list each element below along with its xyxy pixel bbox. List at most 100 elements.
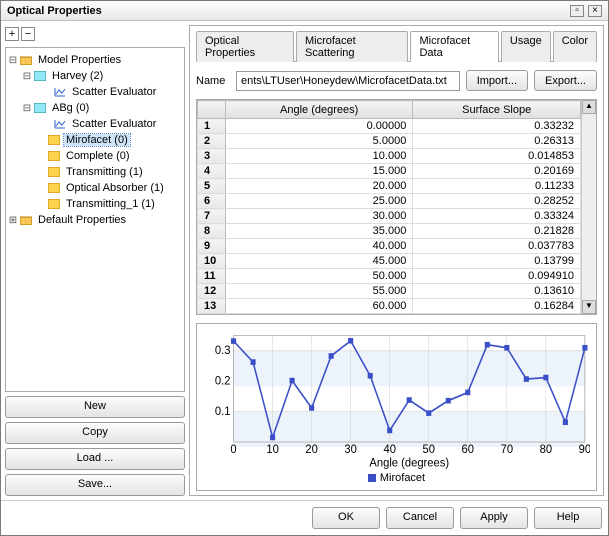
cell-angle[interactable]: 30.000 (226, 209, 413, 224)
cell-slope[interactable]: 0.014853 (413, 149, 581, 164)
table-row[interactable]: 940.0000.037783 (198, 239, 581, 254)
table-row[interactable]: 310.0000.014853 (198, 149, 581, 164)
copy-button[interactable]: Copy (5, 422, 185, 444)
tree-node-optical-absorber[interactable]: Optical Absorber (1) (8, 180, 182, 196)
cell-slope[interactable]: 0.11233 (413, 179, 581, 194)
row-index: 8 (198, 224, 226, 239)
cell-slope[interactable]: 0.13610 (413, 284, 581, 299)
cell-angle[interactable]: 25.000 (226, 194, 413, 209)
window-pin-icon[interactable]: ▫ (570, 5, 584, 17)
property-icon (47, 134, 61, 146)
cell-angle[interactable]: 20.000 (226, 179, 413, 194)
property-icon (33, 102, 47, 114)
apply-button[interactable]: Apply (460, 507, 528, 529)
scrollbar-vertical[interactable]: ▲ ▼ (581, 100, 596, 314)
new-button[interactable]: New (5, 396, 185, 418)
cell-slope[interactable]: 0.26313 (413, 134, 581, 149)
tab-microfacet-data[interactable]: Microfacet Data (410, 31, 498, 62)
tree-node-scatter-evaluator[interactable]: Scatter Evaluator (8, 84, 182, 100)
property-tree[interactable]: ⊟ Model Properties ⊟ Harvey (2) Scatter … (5, 47, 185, 392)
table-row[interactable]: 835.0000.21828 (198, 224, 581, 239)
svg-text:0.3: 0.3 (215, 344, 231, 358)
help-button[interactable]: Help (534, 507, 602, 529)
cell-slope[interactable]: 0.33324 (413, 209, 581, 224)
cell-slope[interactable]: 0.16284 (413, 299, 581, 314)
cell-angle[interactable]: 55.000 (226, 284, 413, 299)
cell-slope[interactable]: 0.28252 (413, 194, 581, 209)
row-index: 9 (198, 239, 226, 254)
export-button[interactable]: Export... (534, 70, 597, 91)
row-index: 10 (198, 254, 226, 269)
table-row[interactable]: 415.0000.20169 (198, 164, 581, 179)
cell-angle[interactable]: 35.000 (226, 224, 413, 239)
cell-slope[interactable]: 0.037783 (413, 239, 581, 254)
expander-icon[interactable]: ⊟ (8, 55, 18, 66)
tab-microfacet-scattering[interactable]: Microfacet Scattering (296, 31, 409, 62)
tree-node-scatter-evaluator[interactable]: Scatter Evaluator (8, 116, 182, 132)
tree-toolbar: + − (5, 25, 185, 43)
tree-node-model-properties[interactable]: ⊟ Model Properties (8, 52, 182, 68)
scroll-down-icon[interactable]: ▼ (582, 300, 596, 314)
table-row[interactable]: 10.000000.33232 (198, 119, 581, 134)
table-row[interactable]: 25.00000.26313 (198, 134, 581, 149)
tab-optical-properties[interactable]: Optical Properties (196, 31, 294, 62)
window-title: Optical Properties (7, 5, 102, 17)
legend-marker-icon (368, 474, 376, 482)
table-row[interactable]: 625.0000.28252 (198, 194, 581, 209)
table-row[interactable]: 1150.0000.094910 (198, 269, 581, 284)
tree-node-transmitting[interactable]: Transmitting (1) (8, 164, 182, 180)
cell-angle[interactable]: 40.000 (226, 239, 413, 254)
titlebar: Optical Properties ▫ × (1, 1, 608, 21)
cell-angle[interactable]: 60.000 (226, 299, 413, 314)
svg-text:Angle (degrees): Angle (degrees) (369, 456, 449, 470)
col-header-angle[interactable]: Angle (degrees) (226, 101, 413, 119)
save-button[interactable]: Save... (5, 474, 185, 496)
tab-color[interactable]: Color (553, 31, 597, 62)
tree-node-mirofacet[interactable]: Mirofacet (0) (8, 132, 182, 148)
folder-icon (19, 214, 33, 226)
tree-node-transmitting1[interactable]: Transmitting_1 (1) (8, 196, 182, 212)
import-button[interactable]: Import... (466, 70, 528, 91)
svg-text:10: 10 (266, 443, 279, 457)
cell-slope[interactable]: 0.13799 (413, 254, 581, 269)
row-index: 3 (198, 149, 226, 164)
cell-angle[interactable]: 10.000 (226, 149, 413, 164)
table-row[interactable]: 520.0000.11233 (198, 179, 581, 194)
svg-text:0.2: 0.2 (215, 374, 231, 388)
col-header-slope[interactable]: Surface Slope (413, 101, 581, 119)
tree-node-harvey[interactable]: ⊟ Harvey (2) (8, 68, 182, 84)
table-row[interactable]: 1045.0000.13799 (198, 254, 581, 269)
cell-angle[interactable]: 5.0000 (226, 134, 413, 149)
col-header-index[interactable] (198, 101, 226, 119)
table-row[interactable]: 1255.0000.13610 (198, 284, 581, 299)
scroll-up-icon[interactable]: ▲ (582, 100, 596, 114)
cell-slope[interactable]: 0.33232 (413, 119, 581, 134)
table-row[interactable]: 730.0000.33324 (198, 209, 581, 224)
expander-icon[interactable]: ⊟ (22, 71, 32, 82)
tab-usage[interactable]: Usage (501, 31, 551, 62)
cell-slope[interactable]: 0.20169 (413, 164, 581, 179)
cell-angle[interactable]: 0.00000 (226, 119, 413, 134)
expand-all-icon[interactable]: + (5, 27, 19, 41)
ok-button[interactable]: OK (312, 507, 380, 529)
expander-icon[interactable]: ⊟ (22, 103, 32, 114)
load-button[interactable]: Load ... (5, 448, 185, 470)
table-row[interactable]: 1360.0000.16284 (198, 299, 581, 314)
close-icon[interactable]: × (588, 5, 602, 17)
cancel-button[interactable]: Cancel (386, 507, 454, 529)
tree-node-abg[interactable]: ⊟ ABg (0) (8, 100, 182, 116)
expander-icon[interactable]: ⊞ (8, 215, 18, 226)
svg-text:90: 90 (579, 443, 590, 457)
tree-node-default-properties[interactable]: ⊞ Default Properties (8, 212, 182, 228)
name-input[interactable] (236, 71, 460, 91)
microfacet-chart: 0.10.20.30102030405060708090Angle (degre… (196, 323, 597, 491)
cell-angle[interactable]: 15.000 (226, 164, 413, 179)
cell-slope[interactable]: 0.21828 (413, 224, 581, 239)
svg-text:40: 40 (383, 443, 396, 457)
name-row: Name Import... Export... (196, 70, 597, 91)
cell-angle[interactable]: 45.000 (226, 254, 413, 269)
cell-slope[interactable]: 0.094910 (413, 269, 581, 284)
cell-angle[interactable]: 50.000 (226, 269, 413, 284)
tree-node-complete[interactable]: Complete (0) (8, 148, 182, 164)
collapse-all-icon[interactable]: − (21, 27, 35, 41)
